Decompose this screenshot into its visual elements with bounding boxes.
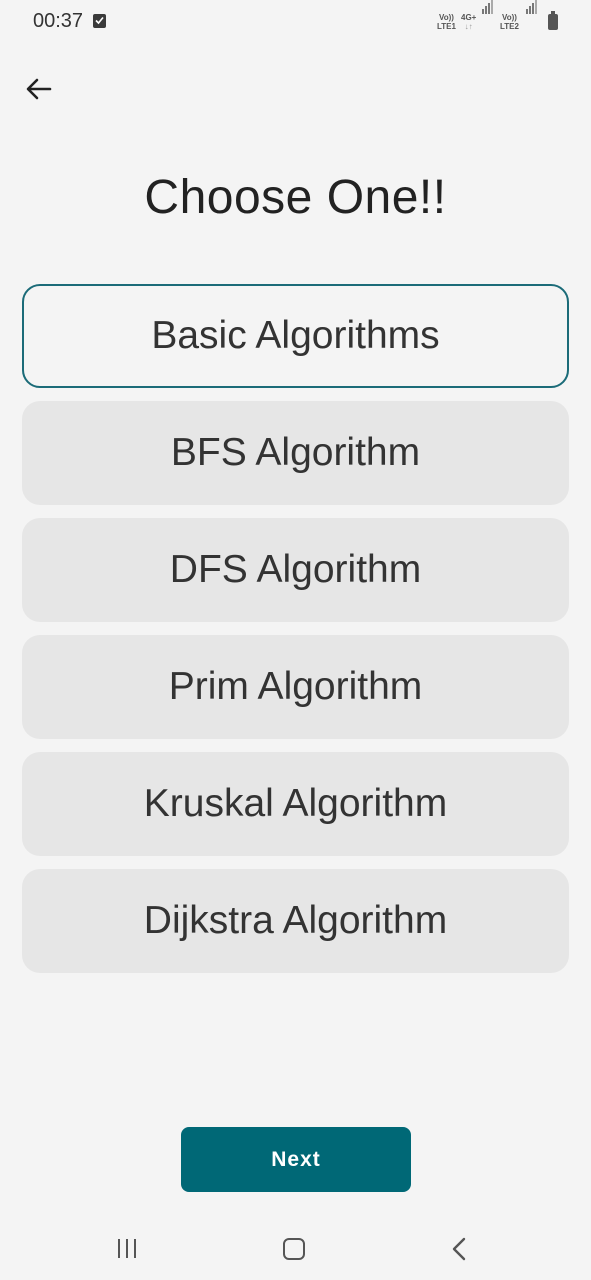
next-button[interactable]: Next xyxy=(181,1127,411,1192)
option-dfs-algorithm[interactable]: DFS Algorithm xyxy=(22,518,569,622)
option-prim-algorithm[interactable]: Prim Algorithm xyxy=(22,635,569,739)
status-bar: 00:37 Vo)) LTE1 4G+ ↓↑ Vo)) LTE2 xyxy=(0,0,591,46)
home-icon[interactable] xyxy=(283,1238,305,1260)
network-type-label: 4G+ xyxy=(461,13,477,22)
sim1-lte-label: LTE1 xyxy=(437,22,456,31)
option-dijkstra-algorithm[interactable]: Dijkstra Algorithm xyxy=(22,869,569,973)
option-basic-algorithms[interactable]: Basic Algorithms xyxy=(22,284,569,388)
sim1-voice-label: Vo)) xyxy=(439,13,454,22)
algorithm-options-list: Basic Algorithms BFS Algorithm DFS Algor… xyxy=(22,284,569,986)
arrow-left-icon[interactable] xyxy=(22,72,56,106)
sim2-lte-label: LTE2 xyxy=(500,22,519,31)
page-title: Choose One!! xyxy=(144,171,447,224)
sim2-voice-label: Vo)) xyxy=(502,13,517,22)
option-bfs-algorithm[interactable]: BFS Algorithm xyxy=(22,401,569,505)
battery-icon xyxy=(548,11,558,30)
option-kruskal-algorithm[interactable]: Kruskal Algorithm xyxy=(22,752,569,856)
network-type-indicator: 4G+ ↓↑ xyxy=(461,13,476,31)
back-icon[interactable] xyxy=(451,1237,467,1266)
sim1-indicator: Vo)) LTE1 xyxy=(437,13,456,31)
status-time: 00:37 xyxy=(33,10,84,32)
sim2-indicator: Vo)) LTE2 xyxy=(500,13,519,31)
recent-apps-icon[interactable] xyxy=(118,1239,140,1259)
system-nav-bar xyxy=(0,1224,591,1274)
data-activity-label: ↓↑ xyxy=(464,22,473,31)
checkbox-notification-icon xyxy=(93,14,106,28)
